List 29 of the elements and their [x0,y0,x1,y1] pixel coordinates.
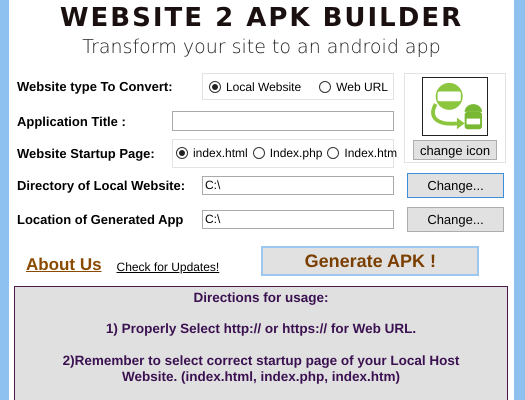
input-field[interactable]: C:\ [202,176,394,194]
radio-button[interactable] [252,147,265,159]
radio-button[interactable] [327,147,340,159]
field-label: Directory of Local Website: [17,178,186,192]
change-button[interactable]: Change... [407,172,504,198]
direction-text: 2)Remember to select correct startup page of your Local Host Website. (index.html, index.php, index.htm) [62,353,460,385]
radio-option[interactable]: Index.php [252,146,322,160]
field-label: Location of Generated App [17,212,184,226]
radio-option[interactable]: Local Website [209,80,302,94]
radio-option[interactable]: Index.htm [327,146,398,160]
input-field[interactable] [172,111,394,131]
field-label: Website type To Convert: [17,79,174,94]
radio-button[interactable] [319,80,332,92]
change-icon-button[interactable]: change icon [413,140,497,160]
field-label: Website Startup Page: [17,146,156,160]
direction-text: 1) Properly Select http:// or https:// for Web URL. [104,321,418,337]
directions-title: Directions for usage: [192,290,330,305]
field-label: Application Title : [17,114,127,128]
link[interactable]: About Us [26,255,102,275]
input-field[interactable]: C:\ [202,210,394,228]
app-title: WEBSITE 2 APK BUILDER [60,2,464,34]
change-button[interactable]: Change... [407,206,504,232]
radio-button[interactable] [176,147,188,159]
radio-option[interactable]: Web URL [319,80,388,94]
radio-option[interactable]: index.html [176,146,248,160]
generate-button[interactable]: Generate APK ! [261,246,480,276]
app-subtitle: Transform your site to an android app [81,35,442,60]
link[interactable]: Check for Updates! [116,260,220,274]
radio-button[interactable] [209,80,221,92]
